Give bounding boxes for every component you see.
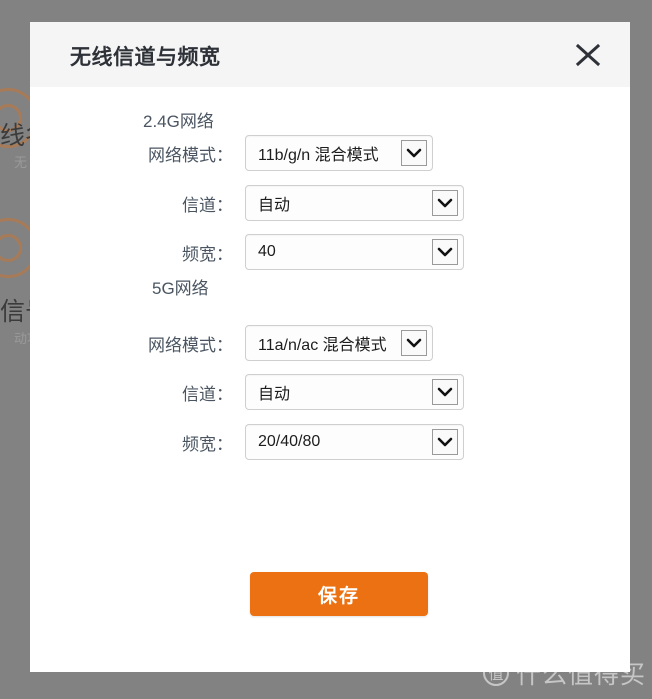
label-24g-channel: 信道： (182, 195, 233, 215)
select-5g-bandwidth-value: 20/40/80 (258, 433, 321, 450)
section-heading-5g: 5G网络 (152, 279, 209, 298)
dialog-header: 无线信道与频宽 (30, 22, 630, 87)
field-row-24g-bandwidth: 频宽： 40 (30, 234, 630, 270)
select-24g-channel-value: 自动 (258, 197, 291, 214)
field-row-5g-channel: 信道： 自动 (30, 374, 630, 410)
chevron-down-icon[interactable] (432, 190, 458, 216)
select-24g-network-mode-value: 11b/g/n 混合模式 (258, 147, 379, 164)
dialog-body: 2.4G网络 网络模式： 11b/g/n 混合模式 信道： 自动 频宽： 40 … (30, 87, 630, 672)
select-24g-bandwidth-value: 40 (258, 243, 276, 260)
label-5g-network-mode: 网络模式： (148, 335, 233, 355)
select-24g-network-mode[interactable]: 11b/g/n 混合模式 (245, 135, 433, 171)
chevron-down-icon[interactable] (401, 140, 427, 166)
dialog-title: 无线信道与频宽 (70, 46, 221, 69)
select-5g-network-mode-value: 11a/n/ac 混合模式 (258, 337, 387, 354)
section-heading-24g: 2.4G网络 (143, 112, 214, 131)
select-5g-bandwidth[interactable]: 20/40/80 (245, 424, 464, 460)
label-24g-network-mode: 网络模式： (148, 145, 233, 165)
field-row-5g-bandwidth: 频宽： 20/40/80 (30, 424, 630, 460)
chevron-down-icon[interactable] (401, 330, 427, 356)
label-5g-channel: 信道： (182, 384, 233, 404)
select-24g-bandwidth[interactable]: 40 (245, 234, 464, 270)
close-icon[interactable] (571, 39, 605, 71)
select-5g-channel[interactable]: 自动 (245, 374, 464, 410)
save-button[interactable]: 保存 (250, 572, 428, 616)
chevron-down-icon[interactable] (432, 379, 458, 405)
select-5g-network-mode[interactable]: 11a/n/ac 混合模式 (245, 325, 433, 361)
label-5g-bandwidth: 频宽： (182, 434, 233, 454)
field-row-24g-network-mode: 网络模式： 11b/g/n 混合模式 (30, 135, 630, 171)
wireless-settings-dialog: 无线信道与频宽 2.4G网络 网络模式： 11b/g/n 混合模式 信道： 自动… (30, 22, 630, 672)
chevron-down-icon[interactable] (432, 429, 458, 455)
chevron-down-icon[interactable] (432, 239, 458, 265)
field-row-24g-channel: 信道： 自动 (30, 185, 630, 221)
select-5g-channel-value: 自动 (258, 386, 291, 403)
select-24g-channel[interactable]: 自动 (245, 185, 464, 221)
label-24g-bandwidth: 频宽： (182, 244, 233, 264)
field-row-5g-network-mode: 网络模式： 11a/n/ac 混合模式 (30, 325, 630, 361)
